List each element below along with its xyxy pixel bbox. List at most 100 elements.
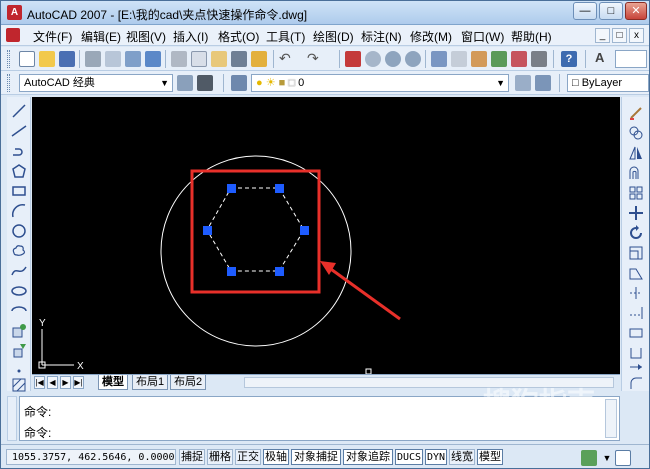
menu-help[interactable]: 帮助(H): [511, 28, 552, 45]
polygon-icon[interactable]: [11, 163, 27, 179]
toolbar-grip[interactable]: [7, 50, 10, 68]
revision-cloud-icon[interactable]: [11, 243, 27, 259]
cut-icon[interactable]: [171, 51, 187, 67]
grip-point[interactable]: [275, 267, 284, 276]
menu-draw[interactable]: 绘图(D): [313, 28, 354, 45]
outer-circle[interactable]: [160, 155, 352, 347]
otrack-toggle[interactable]: 对象追踪: [343, 449, 393, 465]
drawing-canvas[interactable]: Y X: [32, 97, 620, 375]
doc-close-button[interactable]: x: [629, 28, 644, 43]
menu-window[interactable]: 窗口(W): [461, 28, 504, 45]
ducs-toggle[interactable]: DUCS: [395, 449, 423, 465]
fillet-icon[interactable]: [628, 375, 644, 391]
properties-icon[interactable]: [431, 51, 447, 67]
last-tab-button[interactable]: ▶|: [73, 376, 84, 389]
insert-block-icon[interactable]: [11, 323, 27, 339]
coordinate-readout[interactable]: 1055.3757, 462.5646, 0.0000: [6, 449, 176, 465]
minimize-button[interactable]: —: [573, 2, 597, 20]
stretch-icon[interactable]: [628, 265, 644, 281]
menu-edit[interactable]: 编辑(E): [81, 28, 121, 45]
first-tab-button[interactable]: |◀: [34, 376, 45, 389]
doc-restore-button[interactable]: □: [612, 28, 627, 43]
osnap-toggle[interactable]: 对象捕捉: [291, 449, 341, 465]
move-icon[interactable]: [628, 205, 644, 221]
offset-icon[interactable]: [628, 165, 644, 181]
status-menu-icon[interactable]: ▼: [599, 450, 615, 466]
mirror-icon[interactable]: [628, 145, 644, 161]
previous-tab-button[interactable]: ◀: [47, 376, 58, 389]
make-block-icon[interactable]: [11, 343, 27, 359]
erase-icon[interactable]: [628, 105, 644, 121]
color-select[interactable]: □ ByLayer: [567, 74, 649, 92]
print-icon[interactable]: [85, 51, 101, 67]
save-icon[interactable]: [59, 51, 75, 67]
polyline-icon[interactable]: [11, 143, 27, 159]
zoom-realtime-icon[interactable]: [365, 51, 381, 67]
zoom-previous-icon[interactable]: [405, 51, 421, 67]
ortho-toggle[interactable]: 正交: [235, 449, 261, 465]
line-icon[interactable]: [11, 103, 27, 119]
grip-point[interactable]: [227, 267, 236, 276]
text-style-icon[interactable]: A: [595, 51, 611, 67]
menu-file[interactable]: 文件(F): [33, 28, 72, 45]
copy-icon[interactable]: [191, 51, 207, 67]
clean-screen-icon[interactable]: [615, 450, 631, 466]
array-icon[interactable]: [628, 185, 644, 201]
grip-point[interactable]: [227, 184, 236, 193]
tool-palettes-icon[interactable]: [471, 51, 487, 67]
dyn-toggle[interactable]: DYN: [425, 449, 447, 465]
workspace-select[interactable]: AutoCAD 经典 ▼: [19, 74, 173, 92]
menu-insert[interactable]: 插入(I): [173, 28, 208, 45]
construction-line-icon[interactable]: [11, 123, 27, 139]
hatch-icon[interactable]: [11, 377, 27, 393]
workspace-settings-icon[interactable]: [177, 75, 193, 91]
communication-center-icon[interactable]: [581, 450, 597, 466]
toolbar-grip[interactable]: [7, 74, 10, 92]
circle-icon[interactable]: [11, 223, 27, 239]
autocad-app-icon[interactable]: A: [7, 5, 22, 20]
open-icon[interactable]: [39, 51, 55, 67]
rotate-icon[interactable]: [628, 225, 644, 241]
spline-icon[interactable]: [11, 263, 27, 279]
grip-point[interactable]: [275, 184, 284, 193]
copy-object-icon[interactable]: [628, 125, 644, 141]
block-editor-icon[interactable]: [251, 51, 267, 67]
ellipse-arc-icon[interactable]: [11, 303, 27, 319]
menu-view[interactable]: 视图(V): [126, 28, 166, 45]
pan-icon[interactable]: [345, 51, 361, 67]
doc-minimize-button[interactable]: _: [595, 28, 610, 43]
menu-modify[interactable]: 修改(M): [410, 28, 452, 45]
grip-point[interactable]: [300, 226, 309, 235]
scale-icon[interactable]: [628, 245, 644, 261]
command-window-grip[interactable]: [7, 396, 17, 441]
new-icon[interactable]: [19, 51, 35, 67]
lineweight-toggle[interactable]: 线宽: [449, 449, 475, 465]
arc-icon[interactable]: [11, 203, 27, 219]
workspace-save-icon[interactable]: [197, 75, 213, 91]
chamfer-icon[interactable]: [628, 359, 644, 375]
grip-point[interactable]: [203, 226, 212, 235]
document-icon[interactable]: [6, 28, 20, 42]
command-scrollbar[interactable]: [605, 399, 617, 438]
text-style-select[interactable]: [615, 50, 647, 68]
maximize-button[interactable]: □: [599, 2, 623, 20]
tab-layout1[interactable]: 布局1: [132, 375, 169, 390]
markup-icon[interactable]: [511, 51, 527, 67]
zoom-window-icon[interactable]: [385, 51, 401, 67]
plot-icon[interactable]: [145, 51, 161, 67]
menu-format[interactable]: 格式(O): [218, 28, 259, 45]
command-prompt[interactable]: 命令:: [24, 424, 51, 441]
menu-tools[interactable]: 工具(T): [266, 28, 305, 45]
make-current-layer-icon[interactable]: [515, 75, 531, 91]
tab-model[interactable]: 模型: [98, 375, 128, 390]
selected-hexagon[interactable]: [206, 187, 305, 272]
grid-toggle[interactable]: 栅格: [207, 449, 233, 465]
model-space-toggle[interactable]: 模型: [477, 449, 503, 465]
sheet-set-icon[interactable]: [491, 51, 507, 67]
next-tab-button[interactable]: ▶: [60, 376, 71, 389]
help-icon[interactable]: ?: [561, 51, 577, 67]
trim-icon[interactable]: [628, 285, 644, 301]
redo-icon[interactable]: ↷: [307, 51, 323, 67]
quickcalc-icon[interactable]: [531, 51, 547, 67]
design-center-icon[interactable]: [451, 51, 467, 67]
